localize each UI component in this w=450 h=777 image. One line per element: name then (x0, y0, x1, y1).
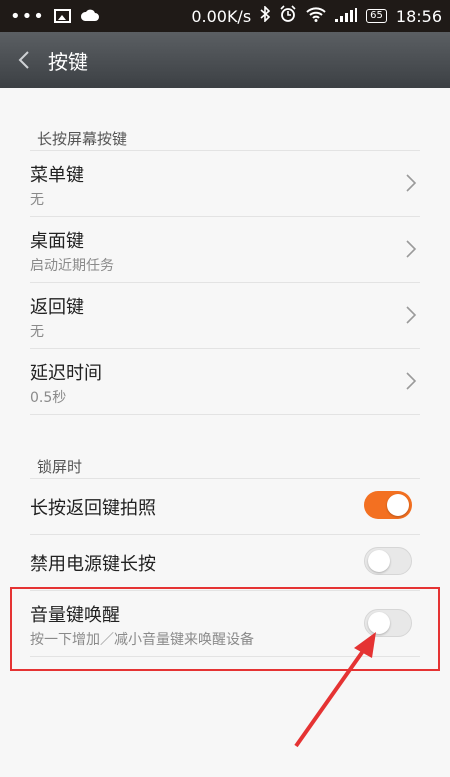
network-speed: 0.00K/s (191, 6, 252, 26)
row-title: 桌面键 (30, 231, 84, 252)
menu-key-row[interactable]: 菜单键 无 (30, 151, 420, 217)
row-subtitle: 无 (30, 324, 44, 340)
cloud-icon (80, 7, 100, 26)
clock: 18:56 (395, 6, 442, 26)
toggle-knob (387, 494, 409, 516)
chevron-left-icon (18, 51, 29, 69)
long-press-back-camera-toggle[interactable] (364, 491, 412, 519)
delay-time-row[interactable]: 延迟时间 0.5秒 (30, 349, 420, 415)
image-notification-icon (53, 9, 71, 23)
bluetooth-icon (260, 5, 271, 26)
signal-icon (335, 7, 358, 26)
chevron-right-icon (406, 174, 417, 192)
battery-indicator: 65 (366, 9, 387, 23)
annotation-highlight-box (10, 587, 440, 671)
row-title: 返回键 (30, 297, 84, 318)
toggle-knob (368, 550, 390, 572)
row-title: 长按返回键拍照 (30, 498, 156, 519)
chevron-right-icon (406, 240, 417, 258)
back-key-row[interactable]: 返回键 无 (30, 283, 420, 349)
section-header-long-press: 长按屏幕按键 (37, 130, 128, 148)
status-bar: ••• 0.00K/s 65 18:56 (0, 0, 450, 32)
section-header-lock-screen: 锁屏时 (37, 458, 83, 476)
disable-power-long-press-toggle[interactable] (364, 547, 412, 575)
disable-power-long-press-row: 禁用电源键长按 (30, 535, 420, 591)
row-subtitle: 无 (30, 192, 44, 208)
row-title: 禁用电源键长按 (30, 554, 156, 575)
row-subtitle: 启动近期任务 (30, 258, 114, 274)
row-title: 延迟时间 (30, 363, 102, 384)
title-bar: 按键 (0, 32, 450, 88)
alarm-icon (279, 5, 297, 27)
notification-dots: ••• (10, 5, 45, 27)
chevron-right-icon (406, 306, 417, 324)
chevron-right-icon (406, 372, 417, 390)
home-key-row[interactable]: 桌面键 启动近期任务 (30, 217, 420, 283)
long-press-back-camera-row: 长按返回键拍照 (30, 479, 420, 535)
row-subtitle: 0.5秒 (30, 390, 67, 406)
wifi-icon (306, 6, 326, 26)
row-title: 菜单键 (30, 165, 84, 186)
page-title: 按键 (48, 49, 88, 74)
back-button[interactable] (0, 32, 48, 88)
